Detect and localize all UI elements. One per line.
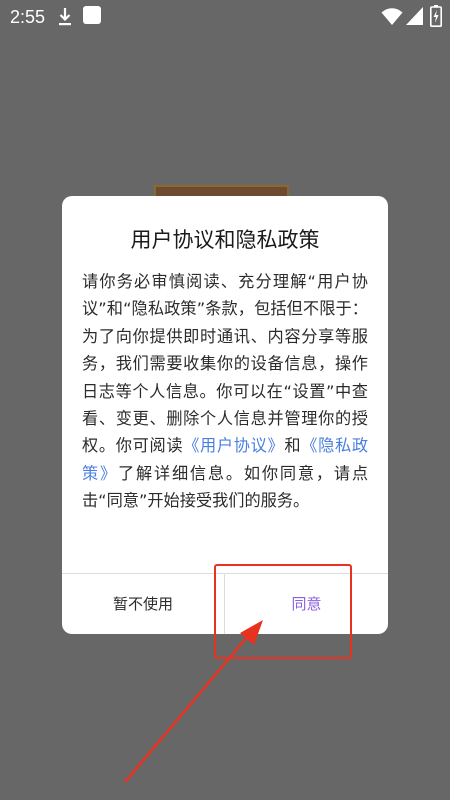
battery-charging-icon: [430, 5, 442, 27]
download-icon: [59, 8, 71, 26]
body-and-text: 和: [284, 436, 302, 456]
dialog-body: 请你务必审慎阅读、充分理解“用户协议”和“隐私政策”条款，包括但不限于：为了向你…: [82, 268, 368, 515]
wifi-icon: [381, 8, 403, 25]
signal-icon: [406, 7, 423, 25]
status-time: 2:55: [10, 7, 46, 27]
body-intro-text: 请你务必审慎阅读、充分理解“用户协议”和“隐私政策”条款，包括但不限于：为了向你…: [82, 272, 368, 456]
body-outro-text: 了解详细信息。如你同意，请点击“同意”开始接受我们的服务。: [82, 463, 369, 511]
app-notification-icon: [83, 6, 101, 24]
status-bar: 2:55: [0, 0, 450, 34]
user-agreement-link[interactable]: 《用户协议》: [183, 436, 284, 455]
decline-button[interactable]: 暂不使用: [62, 574, 224, 634]
dialog-title: 用户协议和隐私政策: [130, 228, 320, 252]
annotation-highlight-box: [214, 564, 352, 659]
